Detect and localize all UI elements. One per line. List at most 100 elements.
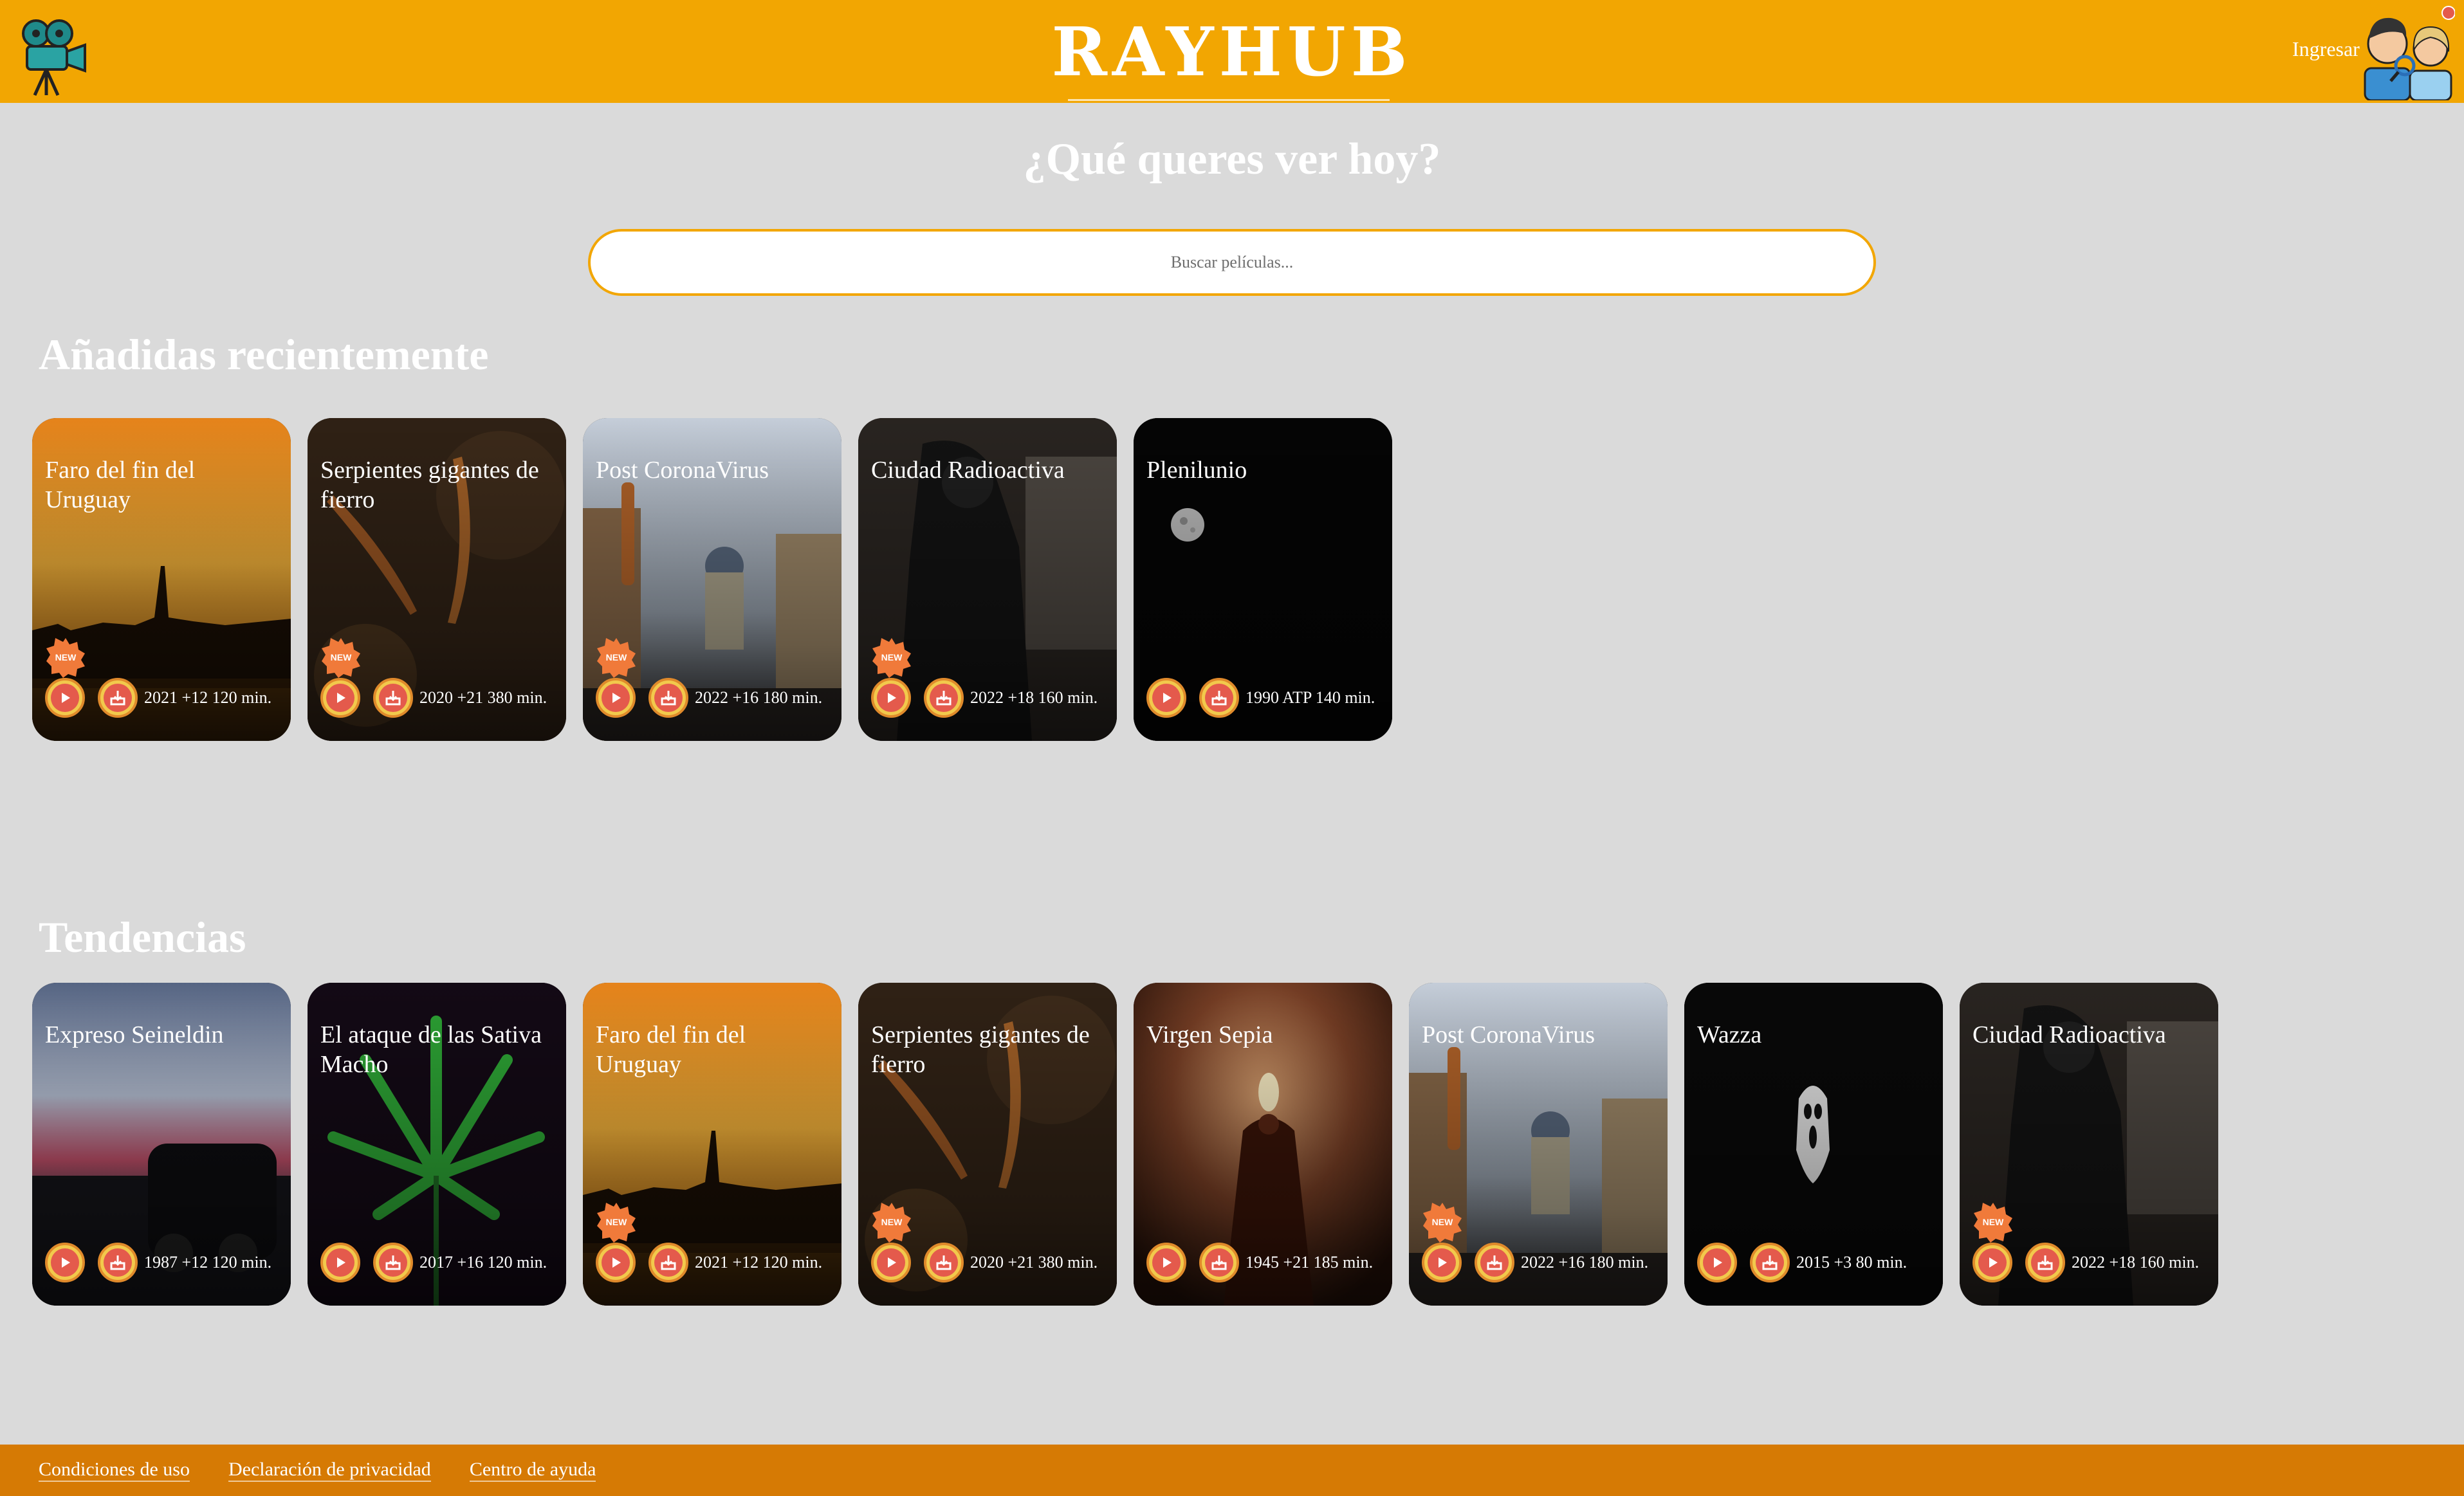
download-icon [1756,1248,1784,1277]
download-button[interactable] [373,1243,413,1282]
movie-title: Expreso Seineldin [45,1021,224,1048]
footer-link-privacy[interactable]: Declaración de privacidad [228,1459,431,1482]
movie-meta: 2021 +12 120 min. [144,688,272,707]
download-icon [930,1248,958,1277]
movie-card[interactable]: El ataque de las Sativa Macho 2017 +16 12… [308,983,566,1306]
new-badge-icon: NEW [322,638,360,678]
movie-card[interactable]: Post CoronaVirus NEW 2022 +16 180 min. [1409,983,1668,1306]
play-button[interactable] [1422,1243,1462,1282]
movie-card[interactable]: Expreso Seineldin 1987 +12 120 min. [32,983,291,1306]
play-button[interactable] [1697,1243,1737,1282]
play-icon [602,1248,630,1277]
movie-card[interactable]: Ciudad Radioactiva NEW 2022 +18 160 min. [858,418,1117,741]
download-icon [379,684,407,712]
new-badge-icon: NEW [1974,1203,2012,1243]
download-button[interactable] [648,678,688,718]
new-badge-icon: NEW [1423,1203,1462,1243]
movie-title: Wazza [1697,1021,1762,1048]
play-button[interactable] [596,678,636,718]
download-button[interactable] [1199,1243,1239,1282]
movie-camera-icon[interactable] [22,15,89,98]
download-icon [654,684,683,712]
movie-title: Serpientes gigantes de fierro [320,457,539,513]
play-button[interactable] [320,1243,360,1282]
section-title-recent: Añadidas recientemente [39,330,489,379]
movie-card[interactable]: Faro del fin del Uruguay NEW 2021 +12 120 … [32,418,291,741]
play-button[interactable] [1146,1243,1186,1282]
user-avatar-icon[interactable] [2358,4,2455,100]
play-button[interactable] [45,1243,85,1282]
movie-card[interactable]: Wazza 2015 +3 80 min. [1684,983,1943,1306]
play-button[interactable] [45,678,85,718]
movie-meta: 1987 +12 120 min. [144,1253,272,1272]
play-icon [326,1248,354,1277]
movie-card[interactable]: Faro del fin del Uruguay NEW 2021 +12 120 … [583,983,841,1306]
movie-meta: 2017 +16 120 min. [419,1253,547,1272]
new-badge-icon: NEW [872,638,911,678]
download-button[interactable] [1199,678,1239,718]
movie-meta: 2022 +16 180 min. [1521,1253,1649,1272]
download-button[interactable] [1750,1243,1790,1282]
new-badge-icon: NEW [872,1203,911,1243]
play-icon [877,1248,905,1277]
download-button[interactable] [924,1243,964,1282]
movie-meta: 1945 +21 185 min. [1246,1253,1374,1272]
top-header: RAYHUB Ingresar [0,0,2464,103]
login-link[interactable]: Ingresar [2292,37,2360,61]
download-icon [654,1248,683,1277]
play-button[interactable] [871,678,911,718]
download-icon [2031,1248,2059,1277]
svg-text:NEW: NEW [1983,1217,2004,1227]
movie-meta: 2022 +16 180 min. [695,688,823,707]
download-icon [104,684,132,712]
movie-meta: 2022 +18 160 min. [2072,1253,2200,1272]
movie-card[interactable]: Ciudad Radioactiva NEW 2022 +18 160 min. [1960,983,2218,1306]
footer-link-terms[interactable]: Condiciones de uso [39,1459,190,1482]
download-button[interactable] [2025,1243,2065,1282]
download-button[interactable] [98,678,138,718]
play-button[interactable] [596,1243,636,1282]
play-button[interactable] [1972,1243,2012,1282]
movie-title: Ciudad Radioactiva [871,457,1065,484]
movie-card[interactable]: Virgen Sepia 1945 +21 185 min. [1134,983,1392,1306]
site-logo[interactable]: RAYHUB [1004,17,1460,87]
movie-meta: 1990 ATP 140 min. [1246,688,1375,707]
svg-text:NEW: NEW [55,652,77,662]
play-button[interactable] [1146,678,1186,718]
download-icon [930,684,958,712]
movie-card[interactable]: Post CoronaVirus NEW 2022 +16 180 min. [583,418,841,741]
movie-title: Plenilunio [1146,457,1247,484]
download-button[interactable] [924,678,964,718]
play-icon [1978,1248,2007,1277]
hero-title: ¿Qué queres ver hoy? [1023,134,1441,184]
download-button[interactable] [373,678,413,718]
search-input[interactable] [588,229,1876,296]
download-icon [1205,684,1233,712]
movie-title: Faro del fin del Uruguay [45,457,196,513]
footer: Condiciones de uso Declaración de privac… [0,1445,2464,1496]
download-button[interactable] [648,1243,688,1282]
play-button[interactable] [871,1243,911,1282]
movie-card[interactable]: Serpientes gigantes de fierro NEW 2020 +21… [858,983,1117,1306]
download-icon [1205,1248,1233,1277]
svg-text:NEW: NEW [1432,1217,1453,1227]
play-button[interactable] [320,678,360,718]
footer-link-help[interactable]: Centro de ayuda [469,1459,596,1482]
movie-card[interactable]: Serpientes gigantes de fierro NEW 2020 +21… [308,418,566,741]
download-button[interactable] [1475,1243,1514,1282]
play-icon [877,684,905,712]
logo-underline [1068,99,1390,101]
download-button[interactable] [98,1243,138,1282]
download-icon [1480,1248,1509,1277]
movie-title: Serpientes gigantes de fierro [871,1021,1090,1078]
play-icon [1152,684,1181,712]
play-icon [1152,1248,1181,1277]
movie-title: Virgen Sepia [1146,1021,1273,1048]
movie-card[interactable]: Plenilunio 1990 ATP 140 min. [1134,418,1392,741]
svg-text:NEW: NEW [881,1217,903,1227]
play-icon [326,684,354,712]
movie-title: Faro del fin del Uruguay [596,1021,746,1078]
download-icon [104,1248,132,1277]
new-badge-icon: NEW [597,1203,636,1243]
play-icon [1428,1248,1456,1277]
